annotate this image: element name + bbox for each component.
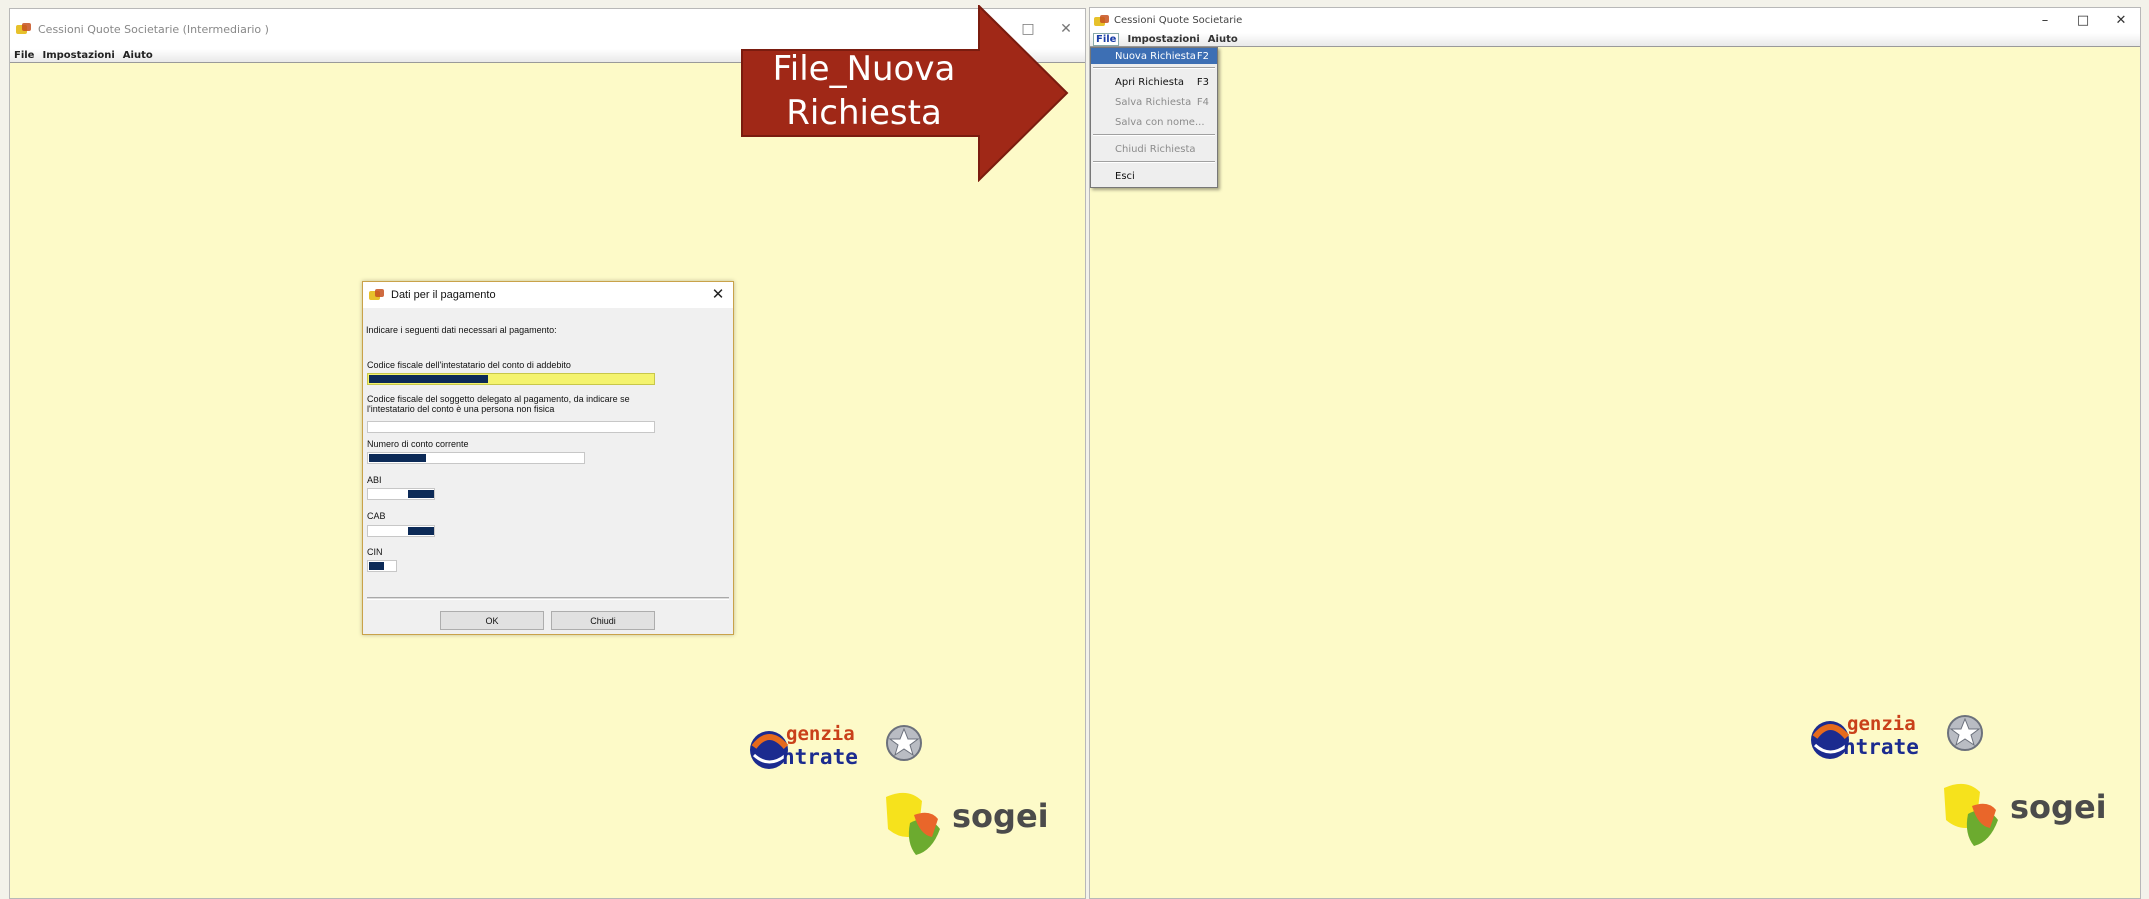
agenzia-text: genzia	[786, 723, 855, 745]
menu-item-chiudi-richiesta[interactable]: Chiudi Richiesta	[1091, 141, 1217, 157]
dialog-titlebar[interactable]: Dati per il pagamento ✕	[363, 282, 733, 308]
menu-file[interactable]: File	[14, 50, 34, 61]
payment-dialog: Dati per il pagamento ✕ Indicare i segue…	[362, 281, 734, 635]
app-icon	[1094, 14, 1110, 27]
right-window-titlebar[interactable]: Cessioni Quote Societarie – □ ✕	[1090, 8, 2140, 33]
abi-input[interactable]	[367, 488, 435, 500]
menu-item-nuova-richiesta[interactable]: Nuova Richiesta F2	[1091, 48, 1217, 64]
cin-input[interactable]	[367, 560, 397, 572]
minimize-icon[interactable]: –	[2026, 13, 2064, 28]
menu-item-esci[interactable]: Esci	[1091, 168, 1217, 184]
menu-impostazioni[interactable]: Impostazioni	[42, 50, 114, 61]
field-label-cab: CAB	[367, 511, 386, 521]
menubar: File Impostazioni Aiuto	[1090, 33, 2140, 47]
conto-corrente-input[interactable]	[367, 452, 585, 464]
cab-input[interactable]	[367, 525, 435, 537]
sogei-text: sogei	[952, 797, 1049, 835]
menu-separator	[1093, 134, 1215, 136]
emblem-icon	[886, 725, 922, 761]
entrate-text: ntrate	[782, 745, 858, 769]
close-icon[interactable]: ✕	[2102, 13, 2140, 28]
entrate-text: ntrate	[1843, 735, 1919, 759]
close-icon[interactable]: ✕	[709, 285, 727, 303]
sogei-logo: sogei	[1938, 776, 2107, 856]
field-label-conto: Numero di conto corrente	[367, 439, 469, 449]
agenzia-text: genzia	[1847, 713, 1916, 735]
callout-line-1: File_Nuova	[772, 49, 956, 89]
window-title: Cessioni Quote Societarie	[1114, 15, 1243, 26]
menu-separator	[1093, 161, 1215, 163]
field-label-cf-delegato: Codice fiscale del soggetto delegato al …	[367, 394, 630, 414]
maximize-icon[interactable]: □	[2064, 13, 2102, 28]
menu-item-salva-richiesta[interactable]: Salva Richiesta F4	[1091, 94, 1217, 110]
field-label-cin: CIN	[367, 547, 383, 557]
emblem-icon	[1947, 715, 1983, 751]
cf-intestatario-input[interactable]	[367, 373, 655, 385]
chiudi-button[interactable]: Chiudi	[551, 611, 655, 630]
menu-item-apri-richiesta[interactable]: Apri Richiesta F3	[1091, 74, 1217, 90]
menu-aiuto[interactable]: Aiuto	[1208, 34, 1238, 45]
sogei-logo: sogei	[880, 785, 1049, 865]
dialog-separator	[367, 597, 729, 600]
callout-arrow: File_Nuova Richiesta	[741, 5, 1069, 182]
cf-delegato-input[interactable]	[367, 421, 655, 433]
menu-impostazioni[interactable]: Impostazioni	[1127, 34, 1199, 45]
sogei-text: sogei	[2010, 788, 2107, 826]
agenzia-entrate-logo: genzia ntrate	[1807, 707, 1987, 763]
menu-item-salva-con-nome[interactable]: Salva con nome...	[1091, 114, 1217, 130]
field-label-abi: ABI	[367, 475, 382, 485]
menu-separator	[1093, 67, 1215, 69]
dialog-intro: Indicare i seguenti dati necessari al pa…	[366, 325, 557, 335]
file-menu-dropdown: Nuova Richiesta F2 Apri Richiesta F3 Sal…	[1090, 47, 1218, 188]
menu-file[interactable]: File	[1093, 33, 1120, 46]
app-icon	[369, 289, 385, 301]
right-app-window: Cessioni Quote Societarie – □ ✕ File Imp…	[1089, 7, 2141, 899]
dialog-title: Dati per il pagamento	[391, 289, 496, 301]
callout-line-2: Richiesta	[786, 93, 942, 133]
window-title: Cessioni Quote Societarie (Intermediario…	[38, 22, 269, 36]
field-label-cf-intestatario: Codice fiscale dell'intestatario del con…	[367, 360, 571, 370]
menu-aiuto[interactable]: Aiuto	[123, 50, 153, 61]
ok-button[interactable]: OK	[440, 611, 544, 630]
app-icon	[16, 23, 32, 35]
agenzia-entrate-logo: genzia ntrate	[746, 717, 926, 773]
